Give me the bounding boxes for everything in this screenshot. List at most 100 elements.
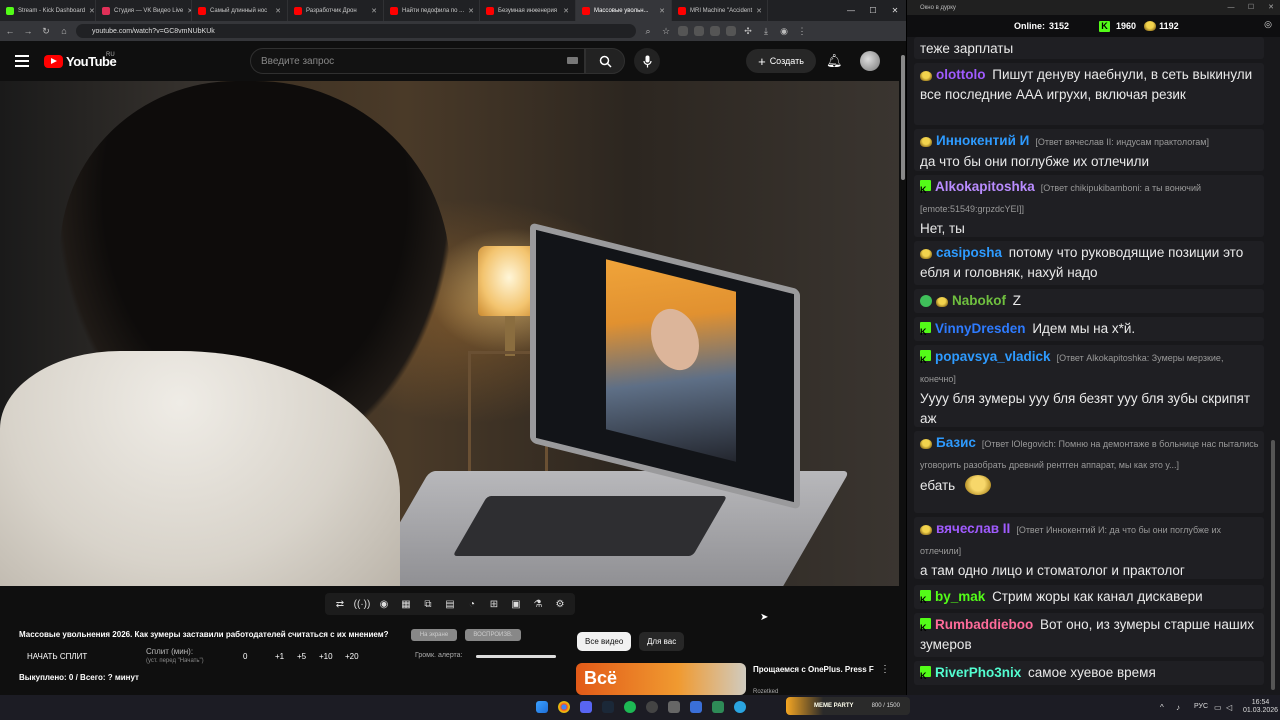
eye-icon[interactable]: ◉ [375, 599, 393, 610]
home-icon[interactable]: ⌂ [58, 26, 70, 36]
username[interactable]: Rumbaddieboo [935, 617, 1033, 632]
username[interactable]: Базис [936, 435, 976, 450]
search-button[interactable] [585, 48, 625, 74]
browser-tab[interactable]: Stream - Kick Dashboard ✕ [0, 0, 96, 21]
url-field[interactable]: youtube.com/watch?v=GC8vmNUbKUk [76, 24, 636, 38]
username[interactable]: RiverPho3nix [935, 665, 1021, 680]
chip-all-videos[interactable]: Все видео [577, 632, 632, 651]
add-clip-icon[interactable]: ⊞ [485, 599, 503, 610]
tray-chevron-icon[interactable]: ^ [1160, 703, 1168, 712]
minimize-icon[interactable]: — [840, 0, 862, 21]
telegram-icon[interactable] [734, 701, 746, 713]
username[interactable]: VinnyDresden [935, 321, 1026, 336]
close-icon[interactable]: ✕ [659, 7, 665, 15]
hamburger-menu-icon[interactable] [15, 55, 29, 70]
chrome-icon[interactable] [558, 701, 570, 713]
chat-settings-icon[interactable]: ◎ [1264, 19, 1272, 30]
close-window-icon[interactable]: ✕ [1261, 0, 1280, 15]
minimize-icon[interactable]: — [1221, 0, 1241, 15]
browser-tab[interactable]: Найти педофила по ... ✕ [384, 0, 480, 21]
media-player-icon[interactable] [690, 701, 702, 713]
notifications-bell-icon[interactable]: 🔔︎ [826, 53, 843, 69]
camera-icon[interactable]: ▣ [507, 599, 525, 610]
page-scrollbar-thumb[interactable] [901, 55, 905, 180]
browser-tab[interactable]: Безумная инженерия ✕ [480, 0, 576, 21]
more-options-icon[interactable]: ⋮ [880, 664, 890, 675]
film-icon[interactable]: ▦ [397, 599, 415, 610]
obs-icon[interactable] [646, 701, 658, 713]
username[interactable]: Иннокентий И [936, 133, 1029, 148]
close-icon[interactable]: ✕ [468, 7, 474, 15]
browser-tab[interactable]: Разработчик Дрон ✕ [288, 0, 384, 21]
username[interactable]: casiposha [936, 245, 1002, 260]
bookmark-star-icon[interactable]: ☆ [660, 26, 672, 37]
split-value-0[interactable]: 0 [243, 652, 247, 661]
split-plus-1-button[interactable]: +1 [275, 652, 284, 661]
browser-tab[interactable]: Самый длинный нос ✕ [192, 0, 288, 21]
discord-icon[interactable] [580, 701, 592, 713]
username[interactable]: by_mak [935, 589, 985, 604]
windows-start-icon[interactable] [536, 701, 548, 713]
close-icon[interactable]: ✕ [756, 7, 762, 15]
browser-tab[interactable]: Студия — VK Видео Live✕ [96, 0, 192, 21]
username[interactable]: вячеслав II [936, 521, 1010, 536]
keyboard-icon[interactable] [567, 57, 578, 64]
volume-icon[interactable]: ◁ [1226, 703, 1234, 712]
download-icon[interactable]: ⤓ [760, 26, 772, 37]
settings-gear-icon[interactable]: ⚙ [551, 599, 569, 610]
zoom-icon[interactable]: ⌕ [642, 26, 654, 37]
start-split-button[interactable]: НАЧАТЬ СПЛИТ [27, 652, 87, 661]
keyboard-language[interactable]: РУС [1194, 703, 1208, 710]
network-icon[interactable]: ▭ [1214, 703, 1222, 712]
maximize-icon[interactable]: ☐ [1241, 0, 1261, 15]
microphone-tray-icon[interactable]: ♪ [1176, 703, 1184, 712]
browser-menu-icon[interactable]: ⋮ [796, 26, 808, 37]
flask-icon[interactable]: ⚗ [529, 599, 547, 610]
split-plus-5-button[interactable]: +5 [297, 652, 306, 661]
split-plus-20-button[interactable]: +20 [345, 652, 359, 661]
resize-icon[interactable]: ⧉ [419, 599, 437, 610]
puzzle-icon[interactable]: ✣ [742, 26, 754, 37]
chat-scrollbar[interactable] [1271, 40, 1276, 690]
search-input[interactable]: Введите запрос [250, 48, 585, 74]
speed-icon[interactable]: ◔ [463, 599, 481, 610]
meme-party-widget[interactable]: MEME PARTY 800 / 1500 [786, 697, 910, 715]
profile-icon[interactable]: ◉ [778, 26, 790, 37]
chat-scrollbar-thumb[interactable] [1271, 440, 1275, 690]
create-button[interactable]: + Создать [746, 49, 816, 73]
close-icon[interactable]: ✕ [275, 7, 281, 15]
close-icon[interactable]: ✕ [371, 7, 377, 15]
username[interactable]: Alkokapitoshka [935, 179, 1035, 194]
username[interactable]: popavsya_vladick [935, 349, 1051, 364]
extension-icon[interactable] [678, 26, 688, 36]
close-icon[interactable]: ✕ [89, 7, 95, 15]
voice-search-button[interactable] [634, 48, 660, 74]
chip-for-you[interactable]: Для вас [639, 632, 685, 651]
maximize-icon[interactable]: ☐ [862, 0, 884, 21]
avatar[interactable] [860, 51, 880, 71]
chat-messages[interactable]: теже зарплаты olottolo Пишут денуву наеб… [914, 37, 1276, 695]
username[interactable]: Nabokof [952, 293, 1006, 308]
close-window-icon[interactable]: ✕ [884, 0, 906, 21]
steam-icon[interactable] [602, 701, 614, 713]
extension-icon[interactable] [710, 26, 720, 36]
video-player[interactable] [0, 81, 899, 586]
alert-volume-slider[interactable] [476, 655, 556, 658]
app-icon[interactable] [668, 701, 680, 713]
forward-icon[interactable]: → [22, 26, 34, 36]
clock[interactable]: 16:54 01.03.2026 [1243, 699, 1278, 715]
play-button[interactable]: ВОСПРОИЗВ. [465, 629, 521, 641]
spotify-icon[interactable] [624, 701, 636, 713]
close-icon[interactable]: ✕ [563, 7, 569, 15]
extension-icon[interactable] [726, 26, 736, 36]
broadcast-icon[interactable]: ((·)) [353, 599, 371, 610]
split-plus-10-button[interactable]: +10 [319, 652, 333, 661]
browser-tab[interactable]: MRI Machine "Accident ✕ [672, 0, 768, 21]
app-icon[interactable] [712, 701, 724, 713]
recommendation-thumbnail[interactable]: Всё [576, 663, 746, 695]
recommendation-title[interactable]: Прощаемся с OnePlus. Press F [753, 664, 878, 675]
back-icon[interactable]: ← [4, 26, 16, 36]
reload-icon[interactable]: ↻ [40, 26, 52, 37]
loop-icon[interactable]: ⇄ [331, 599, 349, 610]
username[interactable]: olottolo [936, 67, 985, 82]
